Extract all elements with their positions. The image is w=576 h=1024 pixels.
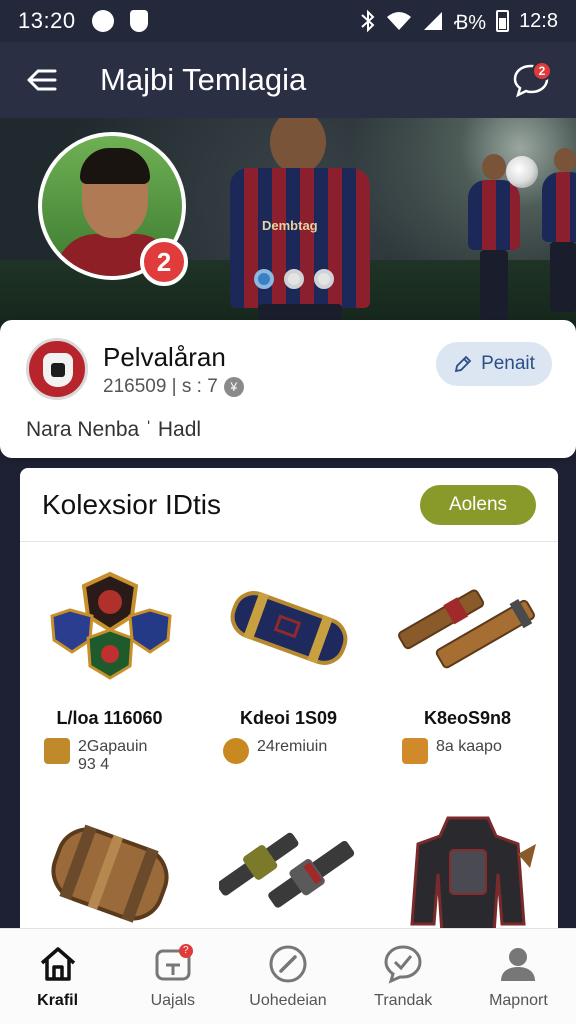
status-time: 13:20 [18, 8, 76, 33]
item-meta-line1: 8a kaapo [436, 738, 502, 755]
notification-app-icon [91, 10, 114, 32]
profile-stats-text: 216509 | s : 7 [103, 376, 218, 397]
item-meta-line1: 2Gapauin [78, 738, 148, 755]
carousel-dot[interactable] [314, 269, 334, 289]
nav-item-edit[interactable]: Uohedeian [230, 929, 345, 1024]
nav-label: Mapnort [489, 991, 548, 1009]
armor-icon [410, 816, 536, 934]
inbox-icon: ? [153, 943, 193, 984]
signal-icon [423, 12, 442, 30]
info-icon[interactable]: ¥ [223, 377, 244, 397]
status-time-right: 12:8 [519, 9, 558, 32]
app-header: Majbi Temlagia 2 [0, 42, 576, 118]
item-meta-line2: 93 4 [78, 756, 110, 773]
nav-badge: ? [178, 943, 193, 958]
shield-icon [129, 10, 148, 32]
chat-check-icon [383, 944, 423, 984]
home-icon [38, 944, 78, 984]
see-all-button[interactable]: Aolens [420, 484, 536, 525]
barrel-icon [51, 824, 169, 923]
collection-item[interactable] [199, 814, 378, 938]
bluetooth-icon [361, 9, 375, 33]
edit-icon [268, 944, 308, 984]
collection-header: Kolexsior IDtis Aolens [20, 468, 558, 542]
item-meta: 8a kaapo [402, 738, 502, 764]
crate-icon [44, 738, 70, 764]
level-badge: 2 [140, 238, 188, 286]
back-menu-icon [27, 69, 57, 91]
edit-profile-button[interactable]: Penait [436, 342, 552, 386]
item-name: L/loa 116060 [56, 708, 163, 728]
featured-player: Dembtag [200, 118, 400, 330]
badge-set-icon [50, 571, 172, 680]
nav-item-home[interactable]: Krafil [0, 929, 115, 1024]
profile-name: Pelvalåran [103, 342, 226, 372]
notification-badge: 2 [532, 61, 552, 81]
profile-subtitle: Nara Nenba ˈ Hadl [26, 418, 202, 441]
nav-item-profile[interactable]: Mapnort [461, 929, 576, 1024]
profile-icon [498, 944, 538, 984]
bottom-navigation: Krafil ? Uajals Uohedeian Trandak Mapnor… [0, 928, 576, 1024]
item-meta: 24remiuin [223, 738, 327, 764]
messages-button[interactable]: 2 [508, 57, 554, 103]
status-bar: 13:20 Ꞗ% 12:8 [0, 0, 576, 42]
carousel-dot[interactable] [254, 269, 274, 289]
collection-item[interactable]: Kdeoi 1S09 24remiuin [199, 568, 378, 788]
edit-profile-label: Penait [481, 353, 535, 374]
battery-percent: Ꞗ% [453, 11, 487, 34]
club-logo-icon [26, 338, 88, 400]
nav-label: Trandak [374, 991, 433, 1009]
hero-banner[interactable]: Dembtag 2 [0, 118, 576, 330]
cannon-scroll-icon [230, 591, 348, 665]
item-name: Kdeoi 1S09 [239, 708, 338, 728]
item-meta: 2Gapauin 93 4 [44, 738, 147, 774]
nav-item-inbox[interactable]: ? Uajals [115, 929, 230, 1024]
page-title: Majbi Temlagia [100, 62, 307, 97]
hammer-icon [402, 738, 428, 764]
wifi-icon [386, 12, 411, 30]
twin-rods-icon [398, 589, 535, 669]
collection-card: Kolexsior IDtis Aolens L/loa 116060 2Gap… [20, 468, 558, 938]
battery-icon [496, 10, 510, 32]
collection-item[interactable] [20, 814, 199, 938]
collection-item[interactable]: K8eoS9n8 8a kaapo [378, 568, 557, 788]
edit-pencil-icon [454, 355, 472, 373]
nav-item-chat[interactable]: Trandak [346, 929, 461, 1024]
carousel-indicator [254, 269, 334, 289]
carousel-dot[interactable] [284, 269, 304, 289]
profile-card: Pelvalåran 216509 | s : 7 ¥ Nara Nenba ˈ… [0, 320, 576, 458]
back-menu-button[interactable] [22, 60, 62, 100]
nav-label: Uajals [150, 991, 196, 1009]
nav-label: Uohedeian [249, 991, 327, 1009]
jersey-text: Dembtag [262, 218, 318, 233]
collection-item[interactable]: L/loa 116060 2Gapauin 93 4 [20, 568, 199, 788]
profile-stats: 216509 | s : 7 ¥ [103, 376, 244, 398]
collection-item[interactable] [378, 814, 557, 938]
gold-coin-icon [223, 738, 249, 764]
item-name: K8eoS9n8 [423, 708, 512, 728]
twin-cannons-icon [219, 832, 355, 908]
football [506, 156, 538, 188]
nav-label: Krafil [37, 991, 79, 1009]
item-meta-line1: 24remiuin [257, 738, 328, 755]
collection-title: Kolexsior IDtis [42, 488, 221, 520]
